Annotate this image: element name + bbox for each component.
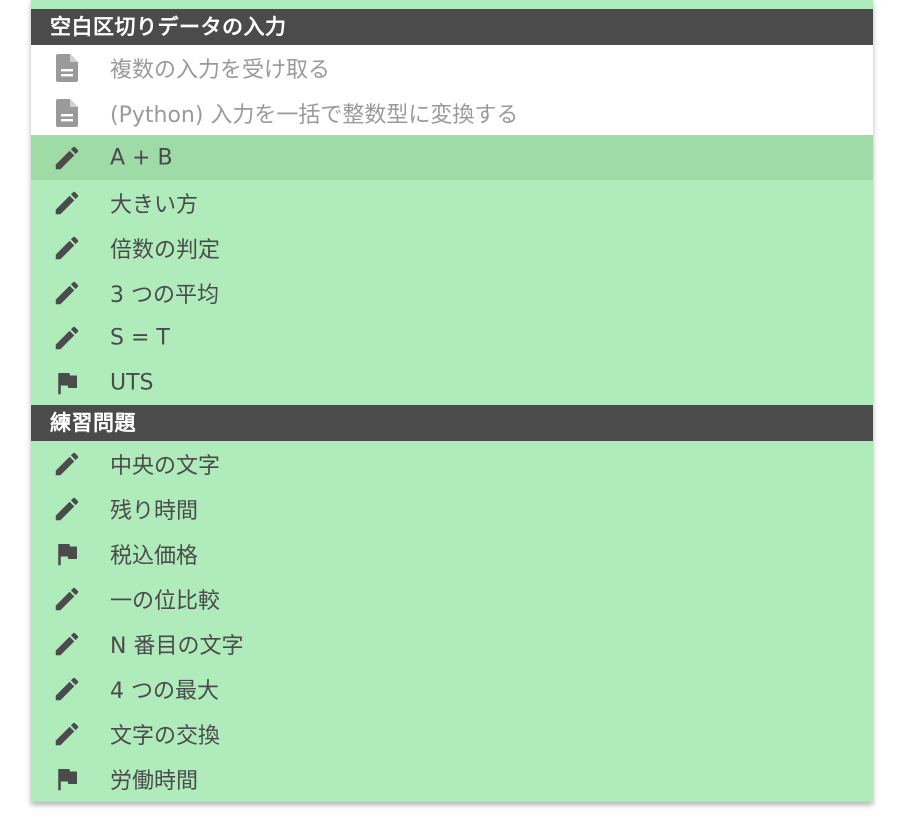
pencil-icon [52, 278, 82, 308]
pencil-icon [52, 494, 82, 524]
section-header: 空白区切りデータの入力 [31, 9, 873, 45]
lesson-item[interactable]: 一の位比較 [31, 576, 873, 621]
lesson-item-selected[interactable]: A + B [31, 135, 873, 180]
lesson-item[interactable]: 中央の文字 [31, 441, 873, 486]
pencil-icon [52, 188, 82, 218]
flag-icon [52, 539, 82, 569]
lesson-item-label: 残り時間 [110, 498, 199, 524]
lesson-item-label: 中央の文字 [110, 453, 221, 479]
lesson-item[interactable]: 4 つの最大 [31, 666, 873, 711]
lesson-item-label: 3 つの平均 [110, 282, 219, 308]
pencil-icon [52, 719, 82, 749]
pencil-icon [52, 323, 82, 353]
pencil-icon [52, 584, 82, 614]
lesson-item-label: N 番目の文字 [110, 633, 244, 659]
lesson-item[interactable]: S = T [31, 315, 873, 360]
lesson-item-label: 一の位比較 [110, 588, 221, 614]
top-strip [31, 0, 873, 9]
document-icon [52, 53, 82, 83]
pencil-icon [52, 674, 82, 704]
lesson-item-label: A + B [110, 145, 173, 170]
flag-icon [52, 764, 82, 794]
lesson-item-label: S = T [110, 325, 170, 350]
lesson-item[interactable]: N 番目の文字 [31, 621, 873, 666]
lesson-item-label: 文字の交換 [110, 723, 221, 749]
lesson-item-label: 大きい方 [110, 192, 199, 218]
section-header: 練習問題 [31, 405, 873, 441]
lesson-item-label: 4 つの最大 [110, 678, 219, 704]
lesson-item[interactable]: 文字の交換 [31, 711, 873, 756]
lesson-item[interactable]: (Python) 入力を一括で整数型に変換する [31, 90, 873, 135]
flag-icon [52, 368, 82, 398]
lesson-item[interactable]: 残り時間 [31, 486, 873, 531]
lesson-item[interactable]: 3 つの平均 [31, 270, 873, 315]
lesson-item-label: UTS [110, 370, 154, 395]
lesson-panel: 空白区切りデータの入力 複数の入力を受け取る (Python) 入力を一括で整数… [31, 0, 873, 802]
pencil-icon [52, 629, 82, 659]
lesson-item-label: 倍数の判定 [110, 237, 221, 263]
pencil-icon [52, 449, 82, 479]
lesson-item[interactable]: 複数の入力を受け取る [31, 45, 873, 90]
pencil-icon [52, 233, 82, 263]
pencil-icon [52, 143, 82, 173]
lesson-item[interactable]: 大きい方 [31, 180, 873, 225]
lesson-item-label: 税込価格 [110, 543, 199, 569]
lesson-item-label: 複数の入力を受け取る [110, 57, 331, 83]
lesson-item[interactable]: 税込価格 [31, 531, 873, 576]
document-icon [52, 98, 82, 128]
lesson-item[interactable]: UTS [31, 360, 873, 405]
lesson-item-label: (Python) 入力を一括で整数型に変換する [110, 102, 519, 128]
lesson-item[interactable]: 労働時間 [31, 756, 873, 801]
lesson-item[interactable]: 倍数の判定 [31, 225, 873, 270]
lesson-item-label: 労働時間 [110, 768, 199, 794]
